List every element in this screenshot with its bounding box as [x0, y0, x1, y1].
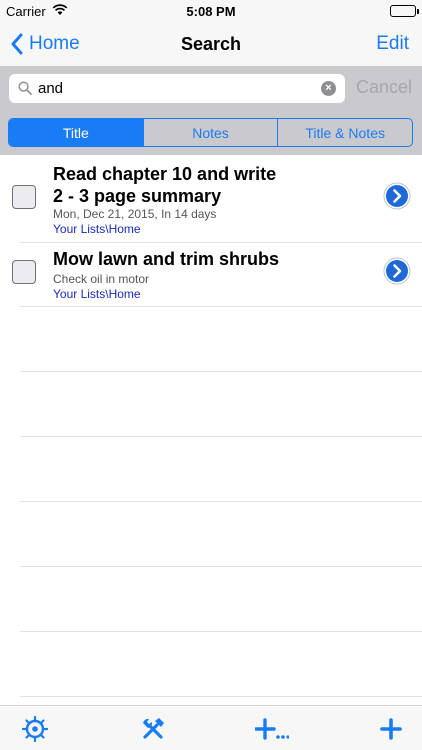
empty-row-divider: [20, 501, 422, 502]
detail-disclosure-icon[interactable]: [383, 257, 411, 285]
empty-row-divider: [20, 371, 422, 372]
scope-title-notes-tab[interactable]: Title & Notes: [277, 119, 412, 146]
tools-icon: [143, 718, 164, 739]
results-list: Read chapter 10 and write 2 - 3 page sum…: [0, 155, 422, 705]
complete-checkbox[interactable]: [12, 260, 36, 284]
clock: 5:08 PM: [186, 4, 236, 19]
search-area: and × Cancel Title Notes Title & Notes: [0, 66, 422, 155]
list-item[interactable]: Mow lawn and trim shrubs Check oil in mo…: [0, 243, 422, 307]
chevron-left-icon: [11, 33, 23, 55]
task-title-line-2: 2 - 3 page summary: [53, 186, 222, 206]
bottom-toolbar: [0, 705, 422, 750]
search-input[interactable]: and ×: [9, 74, 345, 103]
task-title: Mow lawn and trim shrubs: [53, 249, 280, 269]
empty-row-divider: [20, 436, 422, 437]
search-query: and: [38, 80, 64, 97]
task-title-line-1: Read chapter 10 and write: [53, 164, 277, 184]
tools-button[interactable]: [140, 716, 166, 742]
complete-checkbox[interactable]: [12, 185, 36, 209]
cancel-button[interactable]: Cancel: [356, 77, 412, 98]
add-more-button[interactable]: [255, 716, 289, 742]
add-icon: [380, 718, 402, 740]
battery-icon: [390, 5, 419, 17]
status-bar: Carrier 5:08 PM: [0, 0, 422, 22]
ship-wheel-icon: [22, 716, 48, 742]
navigation-bar: Home Search Edit: [0, 22, 422, 66]
clear-search-icon[interactable]: ×: [321, 81, 336, 96]
settings-wheel-button[interactable]: [22, 716, 48, 742]
task-list-path[interactable]: Your Lists\Home: [53, 222, 141, 236]
search-scope-control: Title Notes Title & Notes: [8, 118, 413, 147]
task-due-date: Mon, Dec 21, 2015, In 14 days: [53, 207, 217, 221]
list-item[interactable]: Read chapter 10 and write 2 - 3 page sum…: [0, 155, 422, 243]
row-divider: [20, 306, 422, 307]
back-button-label: Home: [29, 33, 80, 54]
task-note: Check oil in motor: [53, 272, 150, 286]
back-button[interactable]: Home: [10, 31, 80, 57]
empty-row-divider: [20, 631, 422, 632]
search-icon: [18, 81, 32, 95]
scope-title-tab[interactable]: Title: [9, 119, 143, 146]
empty-row-divider: [20, 566, 422, 567]
detail-disclosure-icon[interactable]: [383, 182, 411, 210]
add-button[interactable]: [380, 716, 402, 742]
scope-notes-tab[interactable]: Notes: [142, 119, 278, 146]
task-list-path[interactable]: Your Lists\Home: [53, 287, 141, 301]
add-more-icon: [255, 718, 289, 740]
empty-row-divider: [20, 696, 422, 697]
task-title: Read chapter 10 and write 2 - 3 page sum…: [53, 163, 372, 207]
app-screen: Carrier 5:08 PM Home Search Edit and × C…: [0, 0, 422, 750]
edit-button[interactable]: Edit: [376, 33, 409, 55]
